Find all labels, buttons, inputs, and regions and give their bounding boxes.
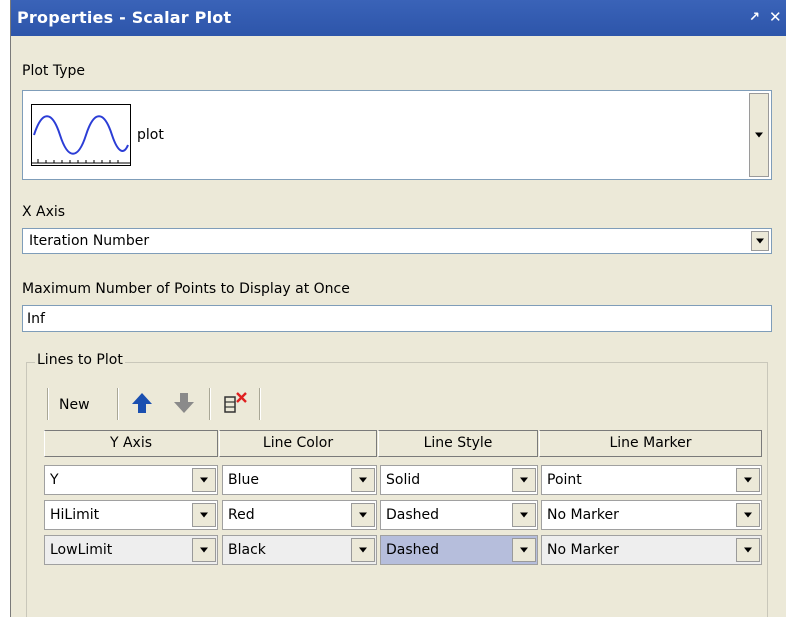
max-points-input[interactable] [22,305,772,332]
max-points-label: Maximum Number of Points to Display at O… [22,281,350,297]
cell-dropdown-button[interactable] [192,503,216,527]
column-header-line-marker[interactable]: Line Marker [539,430,762,457]
cell-dropdown-button[interactable] [351,468,375,492]
y-axis-cell[interactable]: Y [44,465,218,495]
pin-icon[interactable]: ↗ [749,10,760,25]
line-color-cell[interactable]: Blue [222,465,377,495]
cell-dropdown-button[interactable] [512,538,536,562]
arrow-down-icon [174,393,194,413]
x-axis-value: Iteration Number [29,233,150,249]
cell-dropdown-button[interactable] [736,538,760,562]
chevron-down-icon [756,238,764,244]
new-line-label: New [59,397,90,413]
column-header-y-axis[interactable]: Y Axis [44,430,218,457]
delete-rows-icon [224,392,247,413]
line-marker-cell[interactable]: No Marker [541,500,762,530]
chevron-down-icon [359,477,367,483]
chevron-down-icon [359,547,367,553]
chevron-down-icon [520,477,528,483]
toolbar-separator [117,388,119,420]
chevron-down-icon [744,547,752,553]
x-axis-label: X Axis [22,204,66,220]
arrow-up-icon [132,393,152,413]
lines-toolbar: New [47,382,297,426]
chevron-down-icon [744,512,752,518]
toolbar-separator [209,388,211,420]
chevron-down-icon [359,512,367,518]
cell-dropdown-button[interactable] [512,503,536,527]
cell-dropdown-button[interactable] [192,538,216,562]
chevron-down-icon [520,512,528,518]
chevron-down-icon [200,547,208,553]
plot-type-select[interactable]: plot [22,90,772,180]
y-axis-cell[interactable]: HiLimit [44,500,218,530]
line-style-cell-selected[interactable]: Dashed [380,535,538,565]
panel-title: Properties - Scalar Plot [17,8,232,27]
column-header-line-style[interactable]: Line Style [378,430,538,457]
x-axis-dropdown-button[interactable] [751,231,769,251]
chevron-down-icon [744,477,752,483]
line-marker-cell[interactable]: Point [541,465,762,495]
chevron-down-icon [200,512,208,518]
chevron-down-icon [200,477,208,483]
cell-dropdown-button[interactable] [736,468,760,492]
cell-dropdown-button[interactable] [512,468,536,492]
lines-to-plot-label: Lines to Plot [35,352,125,368]
close-icon[interactable]: ✕ [769,8,782,26]
line-marker-cell[interactable]: No Marker [541,535,762,565]
toolbar-separator [259,388,261,420]
y-axis-cell[interactable]: LowLimit [44,535,218,565]
line-color-cell[interactable]: Black [222,535,377,565]
table-header-row: Y Axis Line Color Line Style Line Marker [44,430,762,462]
table-row: HiLimit Red Dashed No Marker [44,500,762,532]
line-color-cell[interactable]: Red [222,500,377,530]
plot-type-value: plot [137,127,164,143]
table-row: Y Blue Solid Point [44,465,762,497]
delete-line-button[interactable] [217,382,253,426]
plot-type-label: Plot Type [22,63,85,79]
cell-dropdown-button[interactable] [736,503,760,527]
move-down-button[interactable] [167,382,201,426]
line-style-cell[interactable]: Solid [380,465,538,495]
column-header-line-color[interactable]: Line Color [219,430,377,457]
plot-type-dropdown-button[interactable] [749,93,769,177]
table-row-selected: LowLimit Black Dashed No Marker [44,535,762,567]
move-up-button[interactable] [125,382,159,426]
chevron-down-icon [520,547,528,553]
cell-dropdown-button[interactable] [351,503,375,527]
x-axis-select[interactable]: Iteration Number [22,228,772,254]
line-style-cell[interactable]: Dashed [380,500,538,530]
new-line-button[interactable]: New [47,382,115,426]
chevron-down-icon [755,132,763,138]
cell-dropdown-button[interactable] [351,538,375,562]
sine-wave-preview-icon [31,104,131,166]
cell-dropdown-button[interactable] [192,468,216,492]
title-bar[interactable]: Properties - Scalar Plot ↗ ✕ [11,0,786,36]
